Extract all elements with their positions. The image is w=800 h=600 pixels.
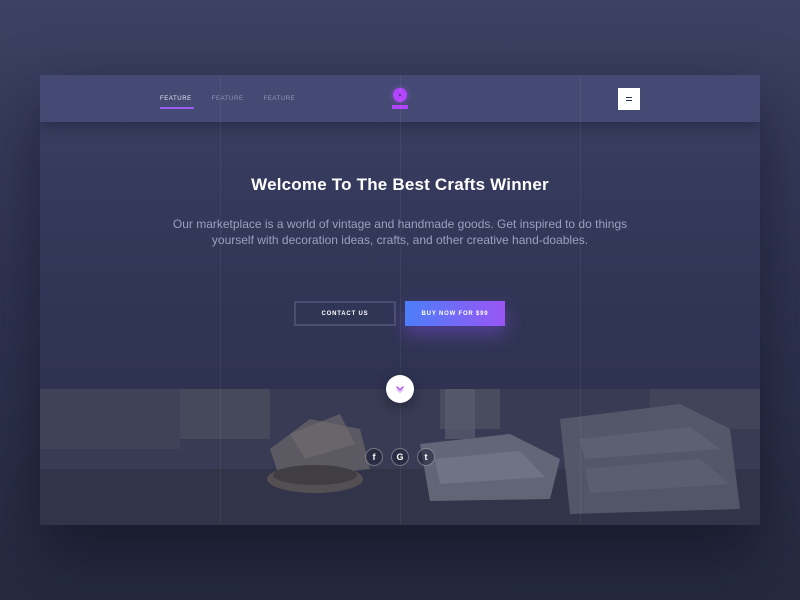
nav-link-feature-1[interactable]: FEATURE: [160, 96, 194, 109]
landing-page-card: FEATURE FEATURE FEATURE Welcome To The B…: [40, 75, 760, 525]
contact-us-button[interactable]: CONTACT US: [294, 301, 396, 326]
menu-line: [626, 100, 632, 101]
chevron-down-icon: [396, 386, 404, 394]
buy-now-button[interactable]: BUY NOW FOR $99: [405, 301, 505, 326]
menu-line: [626, 97, 632, 98]
nav-link-feature-2[interactable]: FEATURE: [212, 96, 244, 102]
layout-guide-line: [220, 75, 221, 525]
google-icon[interactable]: G: [391, 448, 409, 466]
facebook-icon[interactable]: f: [365, 448, 383, 466]
nav-links: FEATURE FEATURE FEATURE: [160, 96, 296, 109]
scroll-down-button[interactable]: [386, 375, 414, 403]
twitter-icon[interactable]: t: [417, 448, 435, 466]
nav-link-feature-3[interactable]: FEATURE: [264, 96, 296, 102]
layout-guide-line: [580, 75, 581, 525]
hamburger-menu-icon[interactable]: [618, 88, 640, 110]
